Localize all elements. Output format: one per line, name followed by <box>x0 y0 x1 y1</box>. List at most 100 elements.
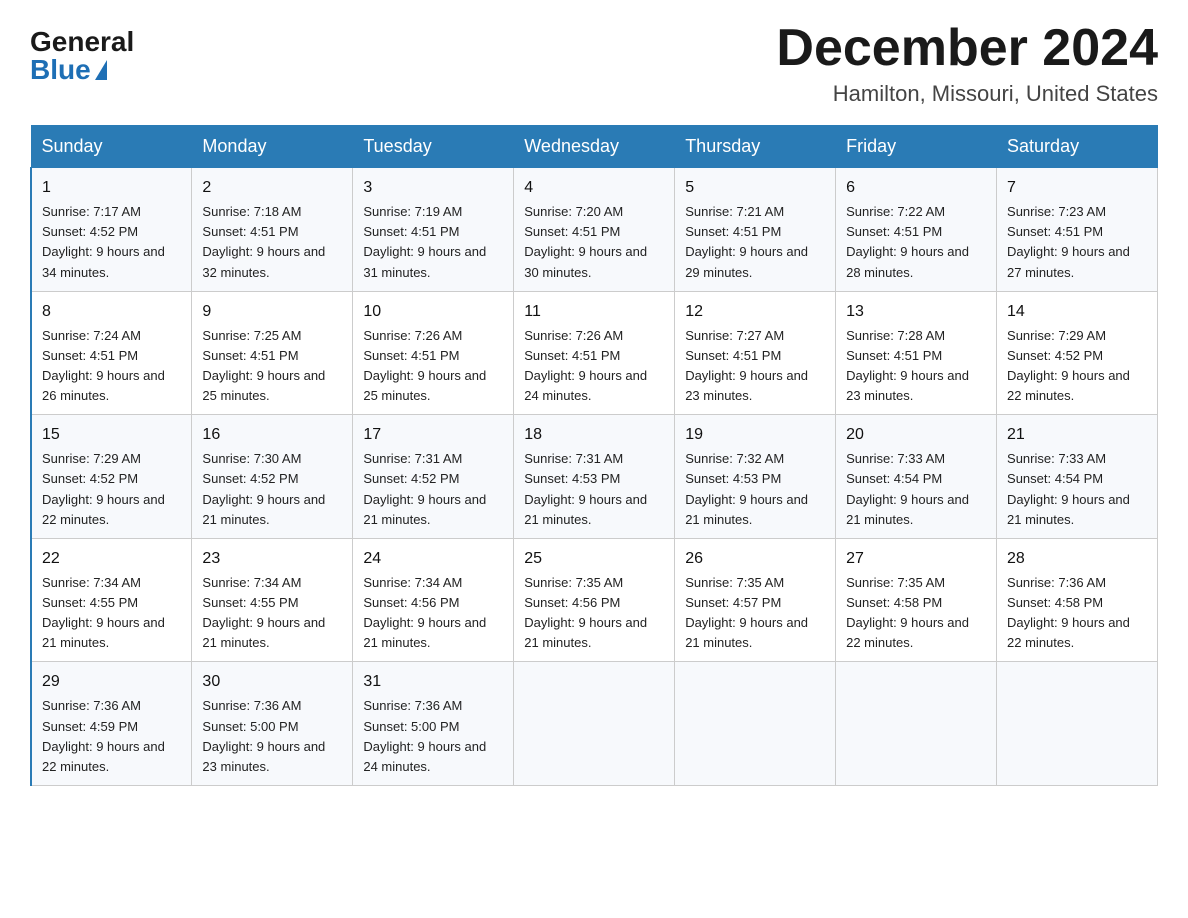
day-info: Sunrise: 7:33 AMSunset: 4:54 PMDaylight:… <box>1007 449 1147 530</box>
day-info: Sunrise: 7:36 AMSunset: 4:58 PMDaylight:… <box>1007 573 1147 654</box>
day-info: Sunrise: 7:32 AMSunset: 4:53 PMDaylight:… <box>685 449 825 530</box>
calendar-cell: 31Sunrise: 7:36 AMSunset: 5:00 PMDayligh… <box>353 662 514 786</box>
day-info: Sunrise: 7:21 AMSunset: 4:51 PMDaylight:… <box>685 202 825 283</box>
month-title: December 2024 <box>776 20 1158 77</box>
day-number: 6 <box>846 176 986 200</box>
day-info: Sunrise: 7:25 AMSunset: 4:51 PMDaylight:… <box>202 326 342 407</box>
day-number: 4 <box>524 176 664 200</box>
day-number: 23 <box>202 547 342 571</box>
weekday-header-friday: Friday <box>836 126 997 168</box>
weekday-header-sunday: Sunday <box>31 126 192 168</box>
logo-triangle-icon <box>95 60 107 80</box>
day-number: 26 <box>685 547 825 571</box>
day-info: Sunrise: 7:17 AMSunset: 4:52 PMDaylight:… <box>42 202 181 283</box>
day-number: 8 <box>42 300 181 324</box>
day-info: Sunrise: 7:34 AMSunset: 4:55 PMDaylight:… <box>202 573 342 654</box>
day-number: 18 <box>524 423 664 447</box>
day-info: Sunrise: 7:26 AMSunset: 4:51 PMDaylight:… <box>363 326 503 407</box>
day-number: 29 <box>42 670 181 694</box>
day-number: 12 <box>685 300 825 324</box>
day-number: 5 <box>685 176 825 200</box>
calendar-cell: 2Sunrise: 7:18 AMSunset: 4:51 PMDaylight… <box>192 168 353 292</box>
calendar-cell: 5Sunrise: 7:21 AMSunset: 4:51 PMDaylight… <box>675 168 836 292</box>
day-info: Sunrise: 7:31 AMSunset: 4:52 PMDaylight:… <box>363 449 503 530</box>
calendar-cell: 20Sunrise: 7:33 AMSunset: 4:54 PMDayligh… <box>836 415 997 539</box>
calendar-cell: 7Sunrise: 7:23 AMSunset: 4:51 PMDaylight… <box>997 168 1158 292</box>
day-number: 25 <box>524 547 664 571</box>
day-number: 3 <box>363 176 503 200</box>
day-info: Sunrise: 7:33 AMSunset: 4:54 PMDaylight:… <box>846 449 986 530</box>
logo-blue-text: Blue <box>30 56 107 84</box>
calendar-cell: 19Sunrise: 7:32 AMSunset: 4:53 PMDayligh… <box>675 415 836 539</box>
day-info: Sunrise: 7:35 AMSunset: 4:58 PMDaylight:… <box>846 573 986 654</box>
calendar-cell: 26Sunrise: 7:35 AMSunset: 4:57 PMDayligh… <box>675 538 836 662</box>
calendar-cell: 3Sunrise: 7:19 AMSunset: 4:51 PMDaylight… <box>353 168 514 292</box>
calendar-cell: 16Sunrise: 7:30 AMSunset: 4:52 PMDayligh… <box>192 415 353 539</box>
weekday-header-row: SundayMondayTuesdayWednesdayThursdayFrid… <box>31 126 1158 168</box>
day-info: Sunrise: 7:19 AMSunset: 4:51 PMDaylight:… <box>363 202 503 283</box>
day-number: 17 <box>363 423 503 447</box>
header: General Blue December 2024 Hamilton, Mis… <box>30 20 1158 107</box>
calendar-cell: 25Sunrise: 7:35 AMSunset: 4:56 PMDayligh… <box>514 538 675 662</box>
weekday-header-saturday: Saturday <box>997 126 1158 168</box>
calendar-cell: 8Sunrise: 7:24 AMSunset: 4:51 PMDaylight… <box>31 291 192 415</box>
calendar-cell: 1Sunrise: 7:17 AMSunset: 4:52 PMDaylight… <box>31 168 192 292</box>
day-number: 31 <box>363 670 503 694</box>
calendar-cell <box>514 662 675 786</box>
day-number: 10 <box>363 300 503 324</box>
day-number: 24 <box>363 547 503 571</box>
calendar-cell: 28Sunrise: 7:36 AMSunset: 4:58 PMDayligh… <box>997 538 1158 662</box>
calendar-cell: 17Sunrise: 7:31 AMSunset: 4:52 PMDayligh… <box>353 415 514 539</box>
weekday-header-monday: Monday <box>192 126 353 168</box>
calendar-cell: 10Sunrise: 7:26 AMSunset: 4:51 PMDayligh… <box>353 291 514 415</box>
day-number: 19 <box>685 423 825 447</box>
calendar-week-row: 22Sunrise: 7:34 AMSunset: 4:55 PMDayligh… <box>31 538 1158 662</box>
day-number: 27 <box>846 547 986 571</box>
calendar-cell: 30Sunrise: 7:36 AMSunset: 5:00 PMDayligh… <box>192 662 353 786</box>
day-info: Sunrise: 7:36 AMSunset: 4:59 PMDaylight:… <box>42 696 181 777</box>
calendar-week-row: 29Sunrise: 7:36 AMSunset: 4:59 PMDayligh… <box>31 662 1158 786</box>
day-number: 20 <box>846 423 986 447</box>
calendar-week-row: 1Sunrise: 7:17 AMSunset: 4:52 PMDaylight… <box>31 168 1158 292</box>
day-info: Sunrise: 7:22 AMSunset: 4:51 PMDaylight:… <box>846 202 986 283</box>
calendar-cell: 21Sunrise: 7:33 AMSunset: 4:54 PMDayligh… <box>997 415 1158 539</box>
day-number: 9 <box>202 300 342 324</box>
logo-general-text: General <box>30 28 134 56</box>
day-info: Sunrise: 7:36 AMSunset: 5:00 PMDaylight:… <box>202 696 342 777</box>
calendar-cell: 13Sunrise: 7:28 AMSunset: 4:51 PMDayligh… <box>836 291 997 415</box>
day-number: 1 <box>42 176 181 200</box>
calendar-cell <box>997 662 1158 786</box>
calendar-cell: 4Sunrise: 7:20 AMSunset: 4:51 PMDaylight… <box>514 168 675 292</box>
day-number: 16 <box>202 423 342 447</box>
day-info: Sunrise: 7:24 AMSunset: 4:51 PMDaylight:… <box>42 326 181 407</box>
calendar-cell: 24Sunrise: 7:34 AMSunset: 4:56 PMDayligh… <box>353 538 514 662</box>
day-number: 14 <box>1007 300 1147 324</box>
day-info: Sunrise: 7:36 AMSunset: 5:00 PMDaylight:… <box>363 696 503 777</box>
calendar-cell: 14Sunrise: 7:29 AMSunset: 4:52 PMDayligh… <box>997 291 1158 415</box>
day-info: Sunrise: 7:34 AMSunset: 4:55 PMDaylight:… <box>42 573 181 654</box>
day-info: Sunrise: 7:31 AMSunset: 4:53 PMDaylight:… <box>524 449 664 530</box>
calendar-cell: 18Sunrise: 7:31 AMSunset: 4:53 PMDayligh… <box>514 415 675 539</box>
day-info: Sunrise: 7:34 AMSunset: 4:56 PMDaylight:… <box>363 573 503 654</box>
weekday-header-tuesday: Tuesday <box>353 126 514 168</box>
day-number: 30 <box>202 670 342 694</box>
calendar-cell: 9Sunrise: 7:25 AMSunset: 4:51 PMDaylight… <box>192 291 353 415</box>
calendar-cell <box>675 662 836 786</box>
calendar-cell: 22Sunrise: 7:34 AMSunset: 4:55 PMDayligh… <box>31 538 192 662</box>
day-number: 22 <box>42 547 181 571</box>
calendar-cell: 29Sunrise: 7:36 AMSunset: 4:59 PMDayligh… <box>31 662 192 786</box>
day-number: 13 <box>846 300 986 324</box>
calendar-cell <box>836 662 997 786</box>
day-number: 11 <box>524 300 664 324</box>
calendar-cell: 12Sunrise: 7:27 AMSunset: 4:51 PMDayligh… <box>675 291 836 415</box>
day-info: Sunrise: 7:29 AMSunset: 4:52 PMDaylight:… <box>1007 326 1147 407</box>
calendar-week-row: 8Sunrise: 7:24 AMSunset: 4:51 PMDaylight… <box>31 291 1158 415</box>
calendar-table: SundayMondayTuesdayWednesdayThursdayFrid… <box>30 125 1158 786</box>
day-number: 2 <box>202 176 342 200</box>
calendar-cell: 23Sunrise: 7:34 AMSunset: 4:55 PMDayligh… <box>192 538 353 662</box>
day-number: 15 <box>42 423 181 447</box>
day-info: Sunrise: 7:23 AMSunset: 4:51 PMDaylight:… <box>1007 202 1147 283</box>
calendar-cell: 11Sunrise: 7:26 AMSunset: 4:51 PMDayligh… <box>514 291 675 415</box>
calendar-cell: 15Sunrise: 7:29 AMSunset: 4:52 PMDayligh… <box>31 415 192 539</box>
weekday-header-wednesday: Wednesday <box>514 126 675 168</box>
